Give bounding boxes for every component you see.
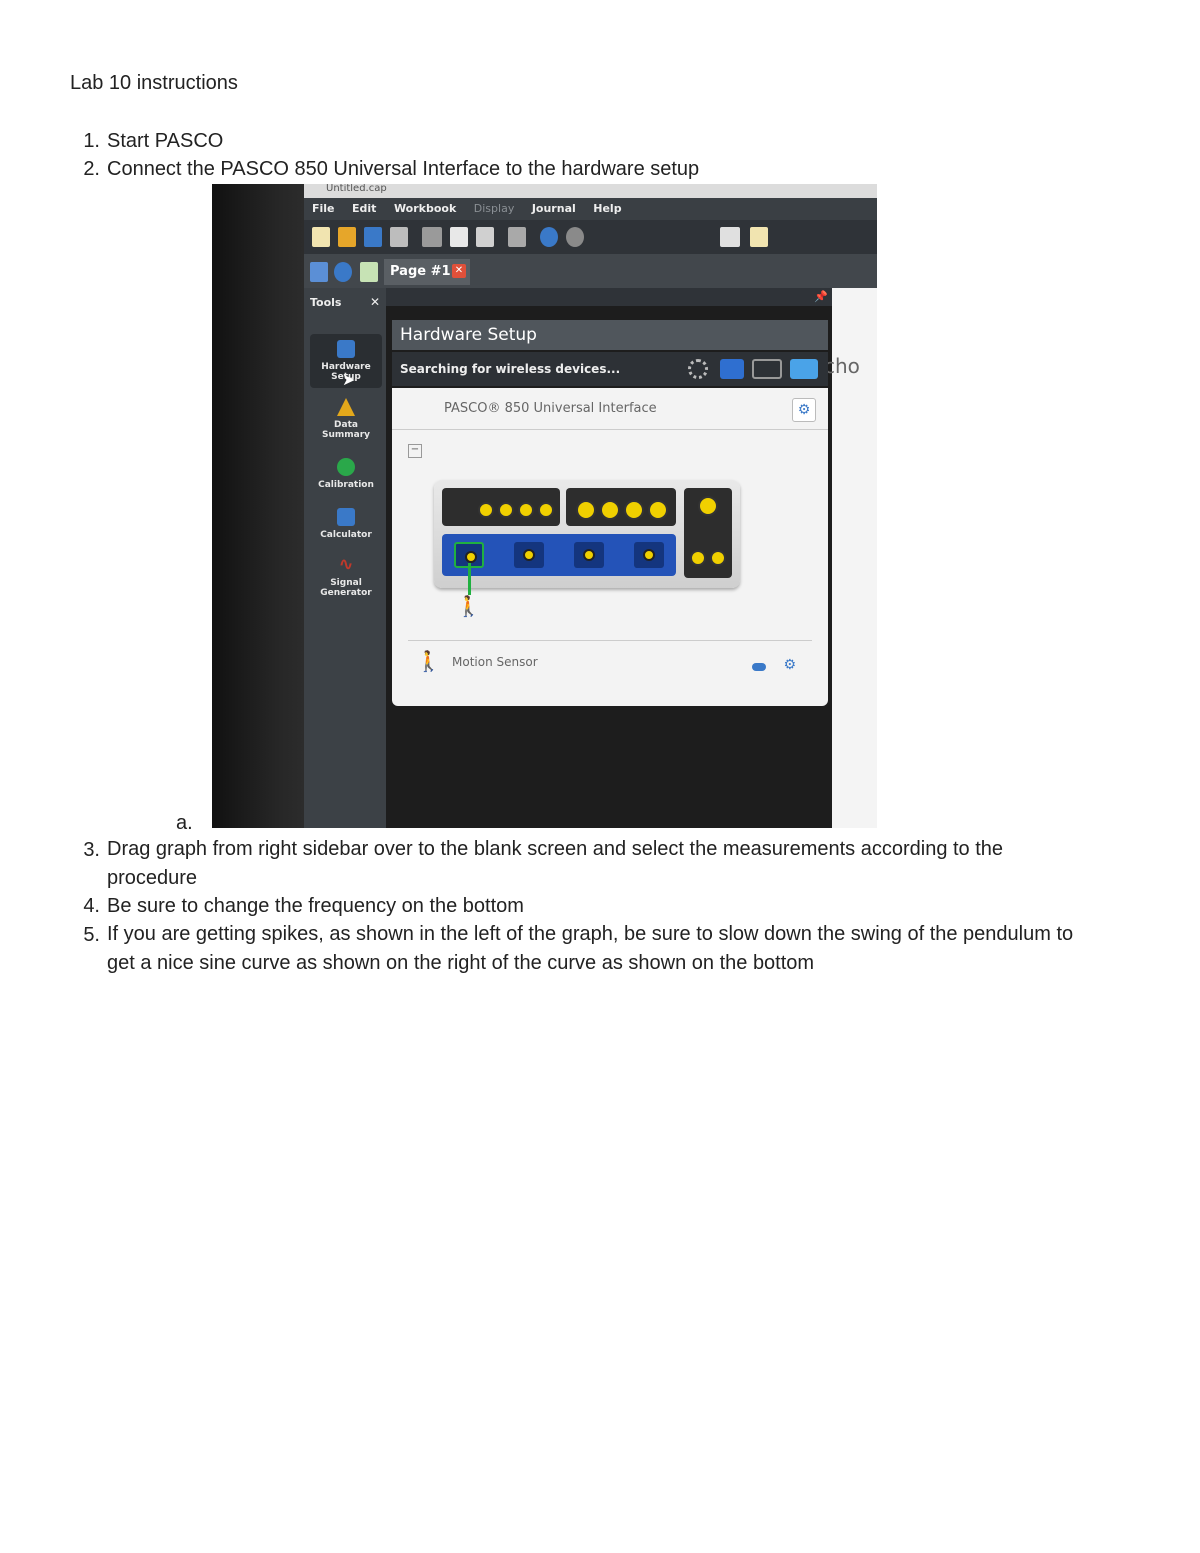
mouse-cursor-icon: ➤ bbox=[342, 370, 356, 389]
gear-icon[interactable]: ⚙ bbox=[783, 657, 796, 673]
menu-help[interactable]: Help bbox=[593, 202, 621, 215]
sub-item-marker: a. bbox=[176, 812, 193, 834]
search-status-text: Searching for wireless devices... bbox=[400, 362, 621, 376]
pasport-panel bbox=[442, 534, 676, 576]
tool-label: Signal Generator bbox=[320, 578, 372, 598]
list-number: 2. bbox=[83, 158, 100, 180]
document-title: Lab 10 instructions bbox=[70, 72, 238, 94]
digital-port[interactable] bbox=[498, 502, 514, 518]
toggle-icon[interactable] bbox=[752, 663, 766, 671]
menu-file[interactable]: File bbox=[312, 202, 335, 215]
motion-sensor-icon: 🚶 bbox=[456, 594, 481, 618]
copy-icon[interactable] bbox=[450, 227, 468, 247]
tab-bar: Page #1 ✕ bbox=[304, 254, 877, 288]
tools-palette: Tools ✕ Hardware Setup Data Summary Cali… bbox=[304, 288, 386, 828]
window-title: Untitled.cap bbox=[304, 184, 877, 198]
list-text: Be sure to change the frequency on the b… bbox=[107, 895, 524, 917]
save-icon[interactable] bbox=[364, 227, 382, 247]
battery-icon[interactable] bbox=[790, 359, 818, 379]
close-icon[interactable]: ✕ bbox=[370, 295, 380, 309]
chart-icon[interactable] bbox=[508, 227, 526, 247]
analog-port[interactable] bbox=[600, 500, 620, 520]
settings-icon[interactable] bbox=[334, 262, 352, 282]
list-number: 1. bbox=[83, 130, 100, 152]
pasco-screenshot-photo: Untitled.cap File Edit Workbook Display … bbox=[212, 184, 877, 828]
tool-label: Calculator bbox=[320, 530, 372, 540]
calculator-icon bbox=[337, 508, 355, 526]
background-text: cho bbox=[824, 354, 860, 378]
bluetooth-icon[interactable] bbox=[720, 359, 744, 379]
pasport-port[interactable] bbox=[514, 542, 544, 568]
tool-calculator[interactable]: Calculator bbox=[310, 508, 382, 540]
tools-header: Tools bbox=[310, 296, 342, 309]
tool-calibration[interactable]: Calibration bbox=[310, 458, 382, 490]
spinner-icon bbox=[688, 359, 708, 379]
tab-page-1[interactable]: Page #1 ✕ bbox=[384, 259, 470, 285]
undo-icon[interactable] bbox=[540, 227, 558, 247]
digital-port[interactable] bbox=[538, 502, 554, 518]
menu-workbook[interactable]: Workbook bbox=[394, 202, 456, 215]
list-text: Connect the PASCO 850 Universal Interfac… bbox=[107, 158, 700, 180]
menu-display[interactable]: Display bbox=[474, 202, 515, 215]
output-panel bbox=[684, 488, 732, 578]
output-port[interactable] bbox=[690, 550, 706, 566]
tool-label: Calibration bbox=[318, 480, 374, 490]
universal-interface-image[interactable] bbox=[434, 480, 740, 588]
tools-icon[interactable] bbox=[422, 227, 442, 247]
output-port[interactable] bbox=[698, 496, 718, 516]
collapse-icon[interactable]: − bbox=[408, 444, 422, 458]
list-text: Drag graph from right sidebar over to th… bbox=[107, 838, 1004, 889]
list-number: 5. bbox=[83, 924, 100, 946]
list-number: 4. bbox=[83, 895, 100, 917]
toolbar bbox=[304, 220, 877, 254]
list-number: 3. bbox=[83, 839, 100, 861]
new-file-icon[interactable] bbox=[312, 227, 330, 247]
usb-icon[interactable] bbox=[752, 359, 782, 379]
redo-icon[interactable] bbox=[566, 227, 584, 247]
output-port[interactable] bbox=[710, 550, 726, 566]
motion-sensor-icon: 🚶 bbox=[416, 649, 441, 673]
spreadsheet-icon[interactable] bbox=[360, 262, 378, 282]
analog-port[interactable] bbox=[648, 500, 668, 520]
pasport-port[interactable] bbox=[634, 542, 664, 568]
list-text: If you are getting spikes, as shown in t… bbox=[107, 923, 1074, 974]
search-status-bar: Searching for wireless devices... bbox=[392, 352, 828, 386]
paste-icon[interactable] bbox=[476, 227, 494, 247]
gear-icon[interactable]: ⚙ bbox=[792, 398, 816, 422]
list-text: Start PASCO bbox=[107, 130, 224, 152]
monitor-bezel bbox=[212, 184, 304, 828]
close-icon[interactable]: ✕ bbox=[452, 264, 466, 278]
hardware-icon bbox=[337, 340, 355, 358]
page-view-icon[interactable] bbox=[310, 262, 328, 282]
hardware-setup-body: PASCO® 850 Universal Interface ⚙ − 🚶 🚶 M… bbox=[392, 388, 828, 706]
digital-port[interactable] bbox=[518, 502, 534, 518]
menu-journal[interactable]: Journal bbox=[532, 202, 576, 215]
menu-bar: File Edit Workbook Display Journal Help bbox=[304, 198, 877, 220]
menu-edit[interactable]: Edit bbox=[352, 202, 376, 215]
tab-label: Page #1 bbox=[390, 264, 451, 279]
print-icon[interactable] bbox=[390, 227, 408, 247]
interface-name: PASCO® 850 Universal Interface bbox=[392, 388, 828, 430]
pasport-port[interactable] bbox=[574, 542, 604, 568]
calibration-icon bbox=[337, 458, 355, 476]
digital-inputs-panel bbox=[442, 488, 560, 526]
pin-icon[interactable]: 📌 bbox=[814, 290, 828, 303]
analog-inputs-panel bbox=[566, 488, 676, 526]
sensor-label: Motion Sensor bbox=[452, 655, 538, 669]
hardware-setup-title: Hardware Setup bbox=[392, 320, 828, 350]
signal-generator-icon: ∿ bbox=[338, 554, 354, 575]
panel-topbar: 📌 bbox=[386, 288, 832, 306]
data-summary-icon bbox=[337, 398, 355, 416]
tool-label: Data Summary bbox=[321, 420, 371, 440]
sensor-row[interactable]: 🚶 Motion Sensor ⚙ bbox=[408, 640, 812, 691]
camera-icon[interactable] bbox=[720, 227, 740, 247]
journal-icon[interactable] bbox=[750, 227, 768, 247]
sensor-cable bbox=[468, 563, 471, 595]
digital-port[interactable] bbox=[478, 502, 494, 518]
open-folder-icon[interactable] bbox=[338, 227, 356, 247]
analog-port[interactable] bbox=[576, 500, 596, 520]
tool-data-summary[interactable]: Data Summary bbox=[310, 398, 382, 440]
analog-port[interactable] bbox=[624, 500, 644, 520]
tool-signal-generator[interactable]: ∿ Signal Generator bbox=[310, 554, 382, 599]
